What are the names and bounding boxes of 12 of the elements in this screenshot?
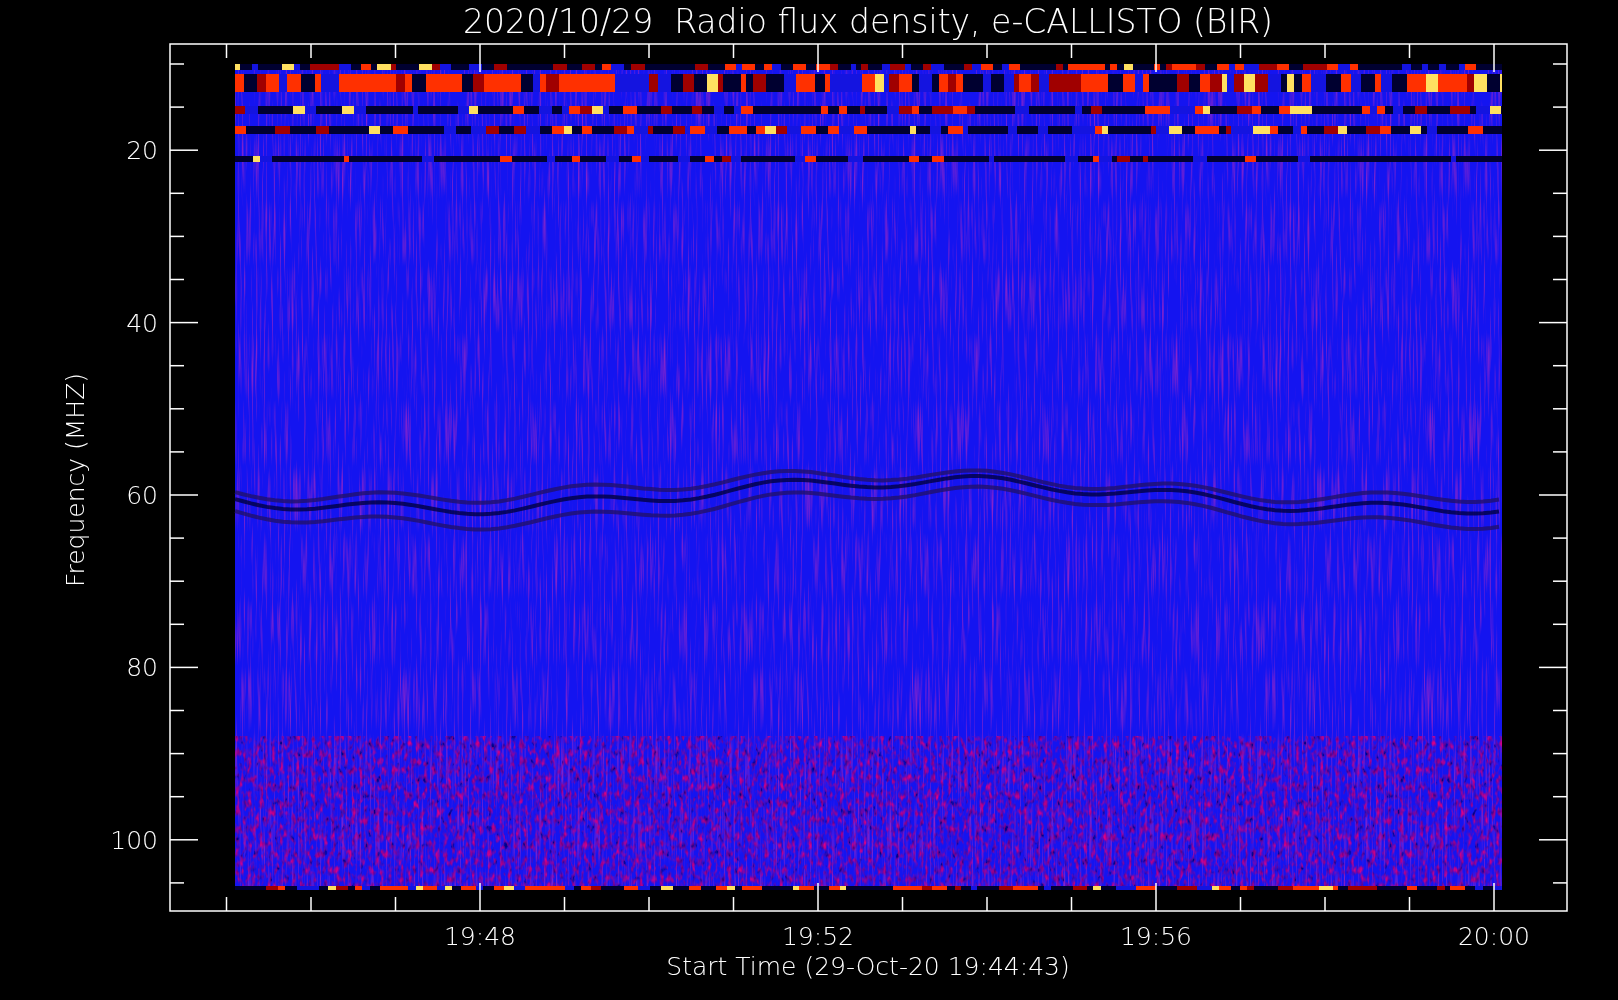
chart-title: 2020/10/29 Radio flux density, e-CALLISTO (BIR): [463, 2, 1273, 41]
tick-label: 19:52: [782, 922, 854, 951]
axis-title: Start Time (29-Oct-20 19:44:43): [666, 952, 1070, 981]
tick-label: 80: [126, 653, 158, 683]
tick-label: 19:56: [1120, 922, 1192, 951]
tick-label: 40: [126, 308, 158, 338]
tick-label: 20:00: [1458, 922, 1530, 951]
axis-title: Frequency (MHZ): [61, 372, 90, 588]
tick-label: 60: [126, 481, 158, 510]
tick-label: 100: [110, 825, 158, 855]
tick-label: 19:48: [444, 922, 516, 951]
tick-label: 20: [126, 136, 158, 166]
